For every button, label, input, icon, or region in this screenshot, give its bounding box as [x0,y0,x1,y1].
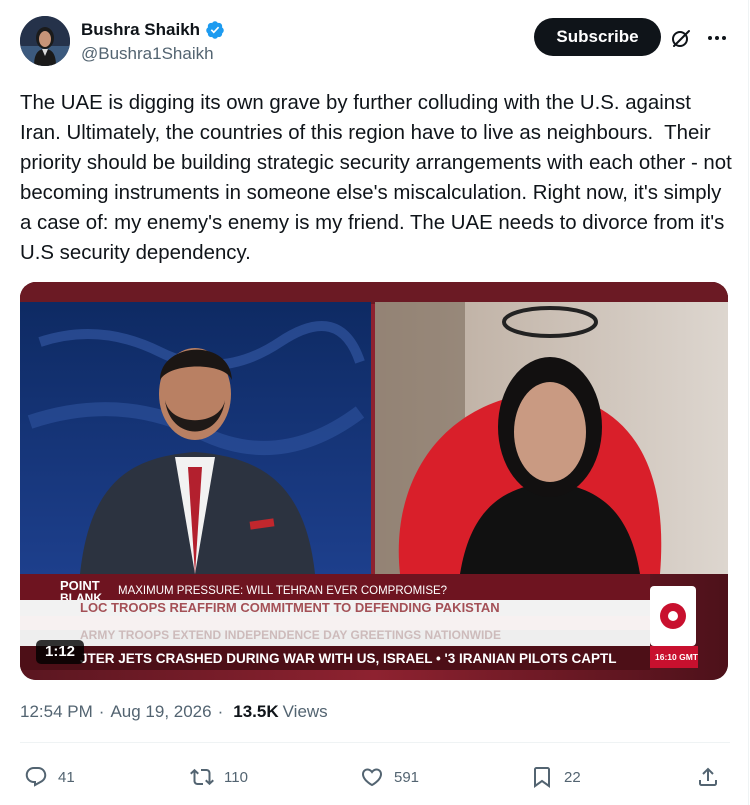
action-bar: 41 110 591 22 [20,760,730,794]
tweet-date[interactable]: Aug 19, 2026 [110,702,211,722]
verified-badge-icon [206,21,224,39]
ticker-line-1: LOC TROOPS REAFFIRM COMMITMENT TO DEFEND… [80,600,500,615]
repost-count: 110 [224,768,248,786]
divider [20,742,730,743]
bookmark-count: 22 [564,768,581,786]
reply-icon [25,767,47,787]
author-handle[interactable]: @Bushra1Shaikh [81,44,214,64]
like-button[interactable]: 591 [360,760,419,794]
repost-button[interactable]: 110 [190,760,248,794]
repost-icon [190,768,214,786]
broadcast-clock: 16:10 GMT [655,652,699,662]
author-name-row[interactable]: Bushra Shaikh [81,20,225,40]
video-player[interactable]: POINT BLANK MAXIMUM PRESSURE: WILL TEHRA… [20,282,728,680]
bookmark-icon [534,767,550,788]
share-icon [699,767,717,786]
author-display-name[interactable]: Bushra Shaikh [81,20,200,40]
ticker-line-2: ARMY TROOPS EXTEND INDEPENDENCE DAY GREE… [80,628,501,642]
views-count: 13.5K [233,702,279,721]
heart-icon [361,768,383,787]
like-count: 591 [394,768,420,786]
video-duration-badge: 1:12 [36,640,85,664]
tweet-header: Bushra Shaikh @Bushra1Shaikh Subscribe [20,16,730,72]
meta-separator: · [98,702,105,721]
tweet-text: The UAE is digging its own grave by furt… [20,92,738,264]
avatar[interactable] [20,16,70,66]
tweet-meta: 12:54 PM · Aug 19, 2026 · 13.5K Views [20,702,328,722]
tweet-time[interactable]: 12:54 PM [20,702,93,722]
timeline-border [748,0,749,805]
more-dots-icon[interactable] [705,26,729,50]
video-frame[interactable]: POINT BLANK MAXIMUM PRESSURE: WILL TEHRA… [20,282,728,680]
views-label: Views [282,702,328,721]
grok-icon[interactable] [669,26,693,50]
bookmark-button[interactable]: 22 [530,760,581,794]
reply-button[interactable]: 41 [24,760,75,794]
meta-separator: · [217,702,224,721]
ticker-line-3: JTER JETS CRASHED DURING WAR WITH US, IS… [80,651,616,666]
share-button[interactable] [696,760,720,794]
reply-count: 41 [58,768,75,786]
subscribe-button[interactable]: Subscribe [534,18,661,56]
headline-text: MAXIMUM PRESSURE: WILL TEHRAN EVER COMPR… [118,585,447,597]
